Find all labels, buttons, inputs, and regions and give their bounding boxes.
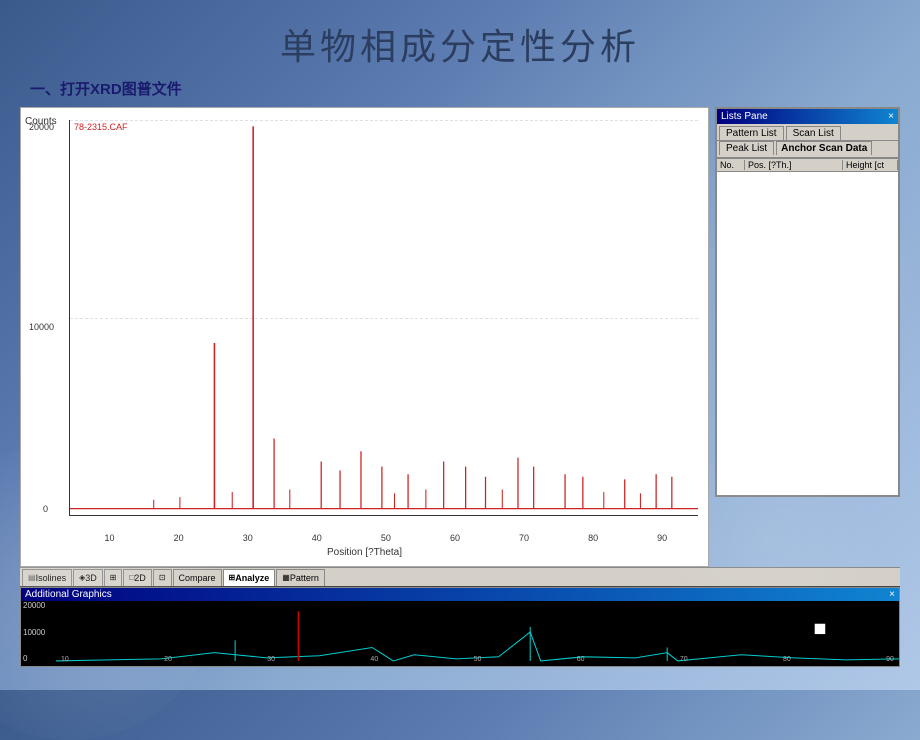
tab-anchor-scan-data[interactable]: Anchor Scan Data [776, 141, 872, 155]
tab-peak-list[interactable]: Peak List [719, 141, 774, 155]
x-tick-20: 20 [174, 533, 184, 543]
subtitle: 一、打开XRD图普文件 [0, 78, 920, 99]
lists-pane-titlebar: Lists Pane × [717, 109, 898, 124]
ag-y-10000: 10000 [23, 628, 45, 637]
tab-analyze[interactable]: ⊞ Analyze [223, 569, 276, 586]
tab-pattern-list[interactable]: Pattern List [719, 126, 784, 140]
additional-graphics-title: Additional Graphics × [21, 588, 899, 601]
xrd-chart-container: Counts 20000 10000 0 78-2315.CAF [20, 107, 709, 567]
x-tick-10: 10 [105, 533, 115, 543]
tab-pattern[interactable]: ▦ Pattern [276, 569, 325, 586]
x-axis-title: Position [?Theta] [21, 547, 708, 558]
page-title: 单物相成分定性分析 [0, 0, 920, 78]
tab-analyze-label: Analyze [235, 573, 269, 583]
y-tick-0: 0 [43, 504, 48, 514]
ag-x-70: 70 [680, 656, 688, 663]
subtitle-bold: XRD [90, 81, 122, 98]
x-tick-90: 90 [657, 533, 667, 543]
bg-decoration-3 [760, 200, 910, 350]
x-tick-50: 50 [381, 533, 391, 543]
x-tick-60: 60 [450, 533, 460, 543]
ag-y-20000: 20000 [23, 601, 45, 610]
x-tick-40: 40 [312, 533, 322, 543]
ag-x-90: 90 [886, 656, 894, 663]
tab-pattern-label: Pattern [290, 573, 319, 583]
lists-table-header: No. Pos. [?Th.] Height [ct [717, 159, 898, 172]
x-tick-30: 30 [243, 533, 253, 543]
x-tick-80: 80 [588, 533, 598, 543]
ag-x-20: 20 [164, 656, 172, 663]
ag-x-10: 10 [61, 656, 69, 663]
xrd-chart-svg [70, 120, 698, 515]
ag-chart-area [56, 601, 899, 663]
pattern-icon: ▦ [282, 573, 290, 582]
subtitle-suffix: 图普文件 [122, 81, 182, 98]
ag-x-80: 80 [783, 656, 791, 663]
tab-scan-list[interactable]: Scan List [786, 126, 841, 140]
lists-pane-close-btn[interactable]: × [888, 111, 894, 122]
ag-chart: 20000 10000 0 10 20 [21, 601, 899, 663]
x-tick-70: 70 [519, 533, 529, 543]
ag-x-50: 50 [474, 656, 482, 663]
ag-x-60: 60 [577, 656, 585, 663]
table-header-height: Height [ct [843, 160, 898, 170]
subtitle-prefix: 一、打开 [30, 81, 90, 98]
ag-y-0: 0 [23, 654, 45, 663]
analyze-icon: ⊞ [229, 573, 236, 582]
additional-graphics: Additional Graphics × 20000 10000 0 [20, 587, 900, 667]
ag-x-labels: 10 20 30 40 50 60 70 80 90 [56, 656, 899, 663]
chart-inner: 78-2315.CAF [69, 120, 698, 516]
ag-x-40: 40 [370, 656, 378, 663]
ag-y-labels: 20000 10000 0 [23, 601, 45, 663]
ag-title-text: Additional Graphics [25, 589, 112, 600]
lists-pane-title: Lists Pane [721, 111, 768, 122]
ag-x-30: 30 [267, 656, 275, 663]
lists-tabs-row1: Pattern List Scan List [717, 124, 898, 141]
y-tick-20000: 20000 [29, 122, 54, 132]
table-header-pos: Pos. [?Th.] [745, 160, 843, 170]
ag-svg [56, 601, 899, 663]
table-header-no: No. [717, 160, 745, 170]
lists-tabs-row2: Peak List Anchor Scan Data [717, 141, 898, 159]
ag-close-btn[interactable]: × [889, 589, 895, 600]
y-tick-10000: 10000 [29, 322, 54, 332]
